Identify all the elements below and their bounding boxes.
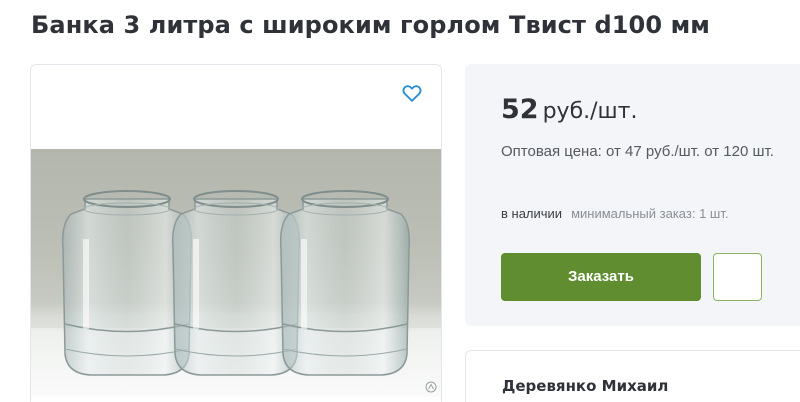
seller-name[interactable]: Деревянко Михаил [502, 377, 668, 395]
jar-right [279, 190, 411, 376]
product-photo[interactable] [31, 149, 441, 397]
gallery-footer [31, 397, 441, 402]
jar-middle [171, 190, 301, 376]
min-order: минимальный заказ: 1 шт. [571, 206, 729, 221]
price-card: 52 руб./шт. Оптовая цена: от 47 руб./шт. … [465, 64, 800, 326]
secondary-action-button[interactable] [713, 253, 762, 301]
page-title: Банка 3 литра с широким горлом Твист d10… [31, 11, 711, 39]
heart-outline-icon[interactable] [401, 82, 423, 104]
price-unit: руб./шт. [542, 99, 638, 124]
stock-info: в наличии минимальный заказ: 1 шт. [501, 206, 728, 221]
product-gallery [30, 64, 442, 402]
seller-card: Деревянко Михаил [465, 350, 800, 402]
jar-left [61, 190, 193, 376]
price-value: 52 [501, 94, 539, 125]
price: 52 руб./шт. [501, 94, 637, 125]
stock-status: в наличии [501, 206, 563, 221]
wholesale-price: Оптовая цена: от 47 руб./шт. от 120 шт. [501, 143, 774, 160]
order-button[interactable]: Заказать [501, 253, 701, 301]
jars-illustration [31, 190, 441, 376]
watermark-icon [425, 381, 437, 393]
